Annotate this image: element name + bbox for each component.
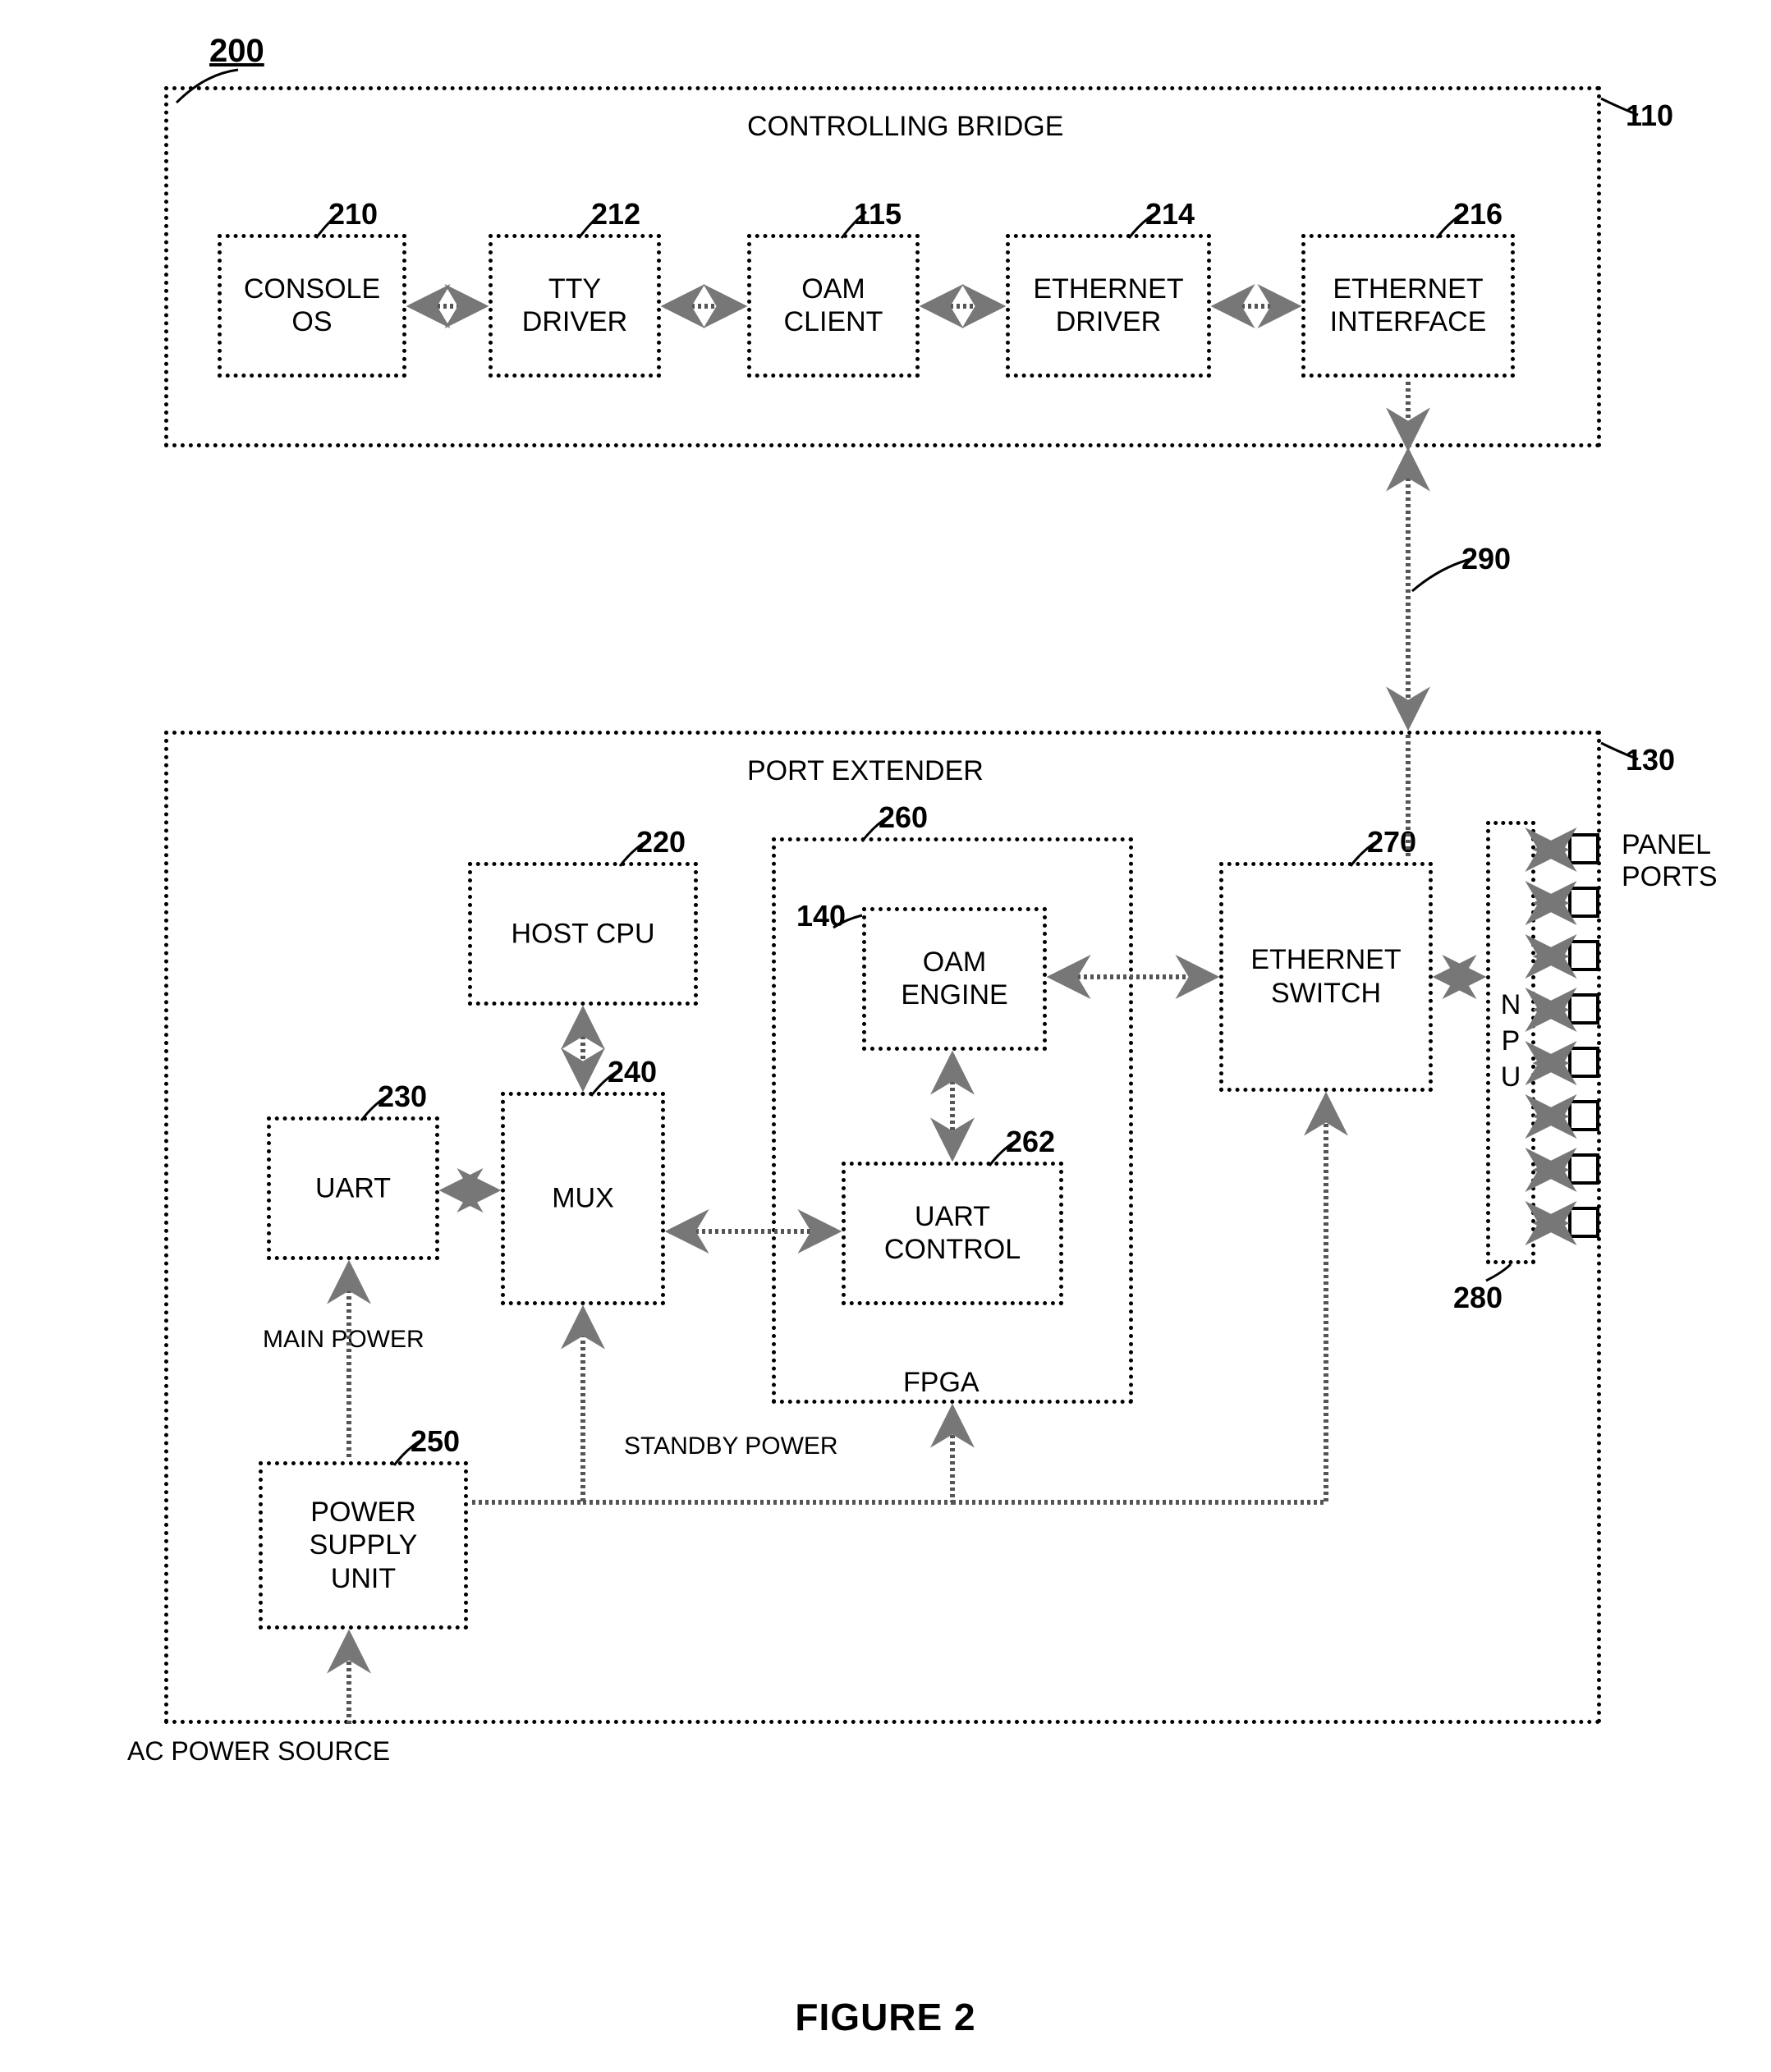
oam-engine-label: OAMENGINE xyxy=(901,946,1007,1013)
mux-box: MUX xyxy=(501,1092,665,1305)
uart-control-box: UARTCONTROL xyxy=(842,1162,1063,1305)
panel-port xyxy=(1568,1153,1599,1185)
uart-ref: 230 xyxy=(378,1080,427,1114)
npu-label: NPU xyxy=(1494,989,1526,1098)
controlling-bridge-title: CONTROLLING BRIDGE xyxy=(747,111,1063,143)
figure-caption: FIGURE 2 xyxy=(795,1995,975,2039)
diagram-canvas: 200 CONTROLLING BRIDGE 110 CONSOLEOS 210… xyxy=(33,33,1738,1962)
link-ref: 290 xyxy=(1461,542,1511,576)
eth-switch-label: ETHERNETSWITCH xyxy=(1250,943,1401,1011)
eth-driver-ref: 214 xyxy=(1145,197,1195,231)
uart-control-ref: 262 xyxy=(1006,1125,1055,1159)
panel-port xyxy=(1568,940,1599,971)
mux-label: MUX xyxy=(552,1182,614,1216)
host-cpu-box: HOST CPU xyxy=(468,862,698,1006)
oam-client-label: OAMCLIENT xyxy=(784,273,883,340)
oam-engine-box: OAMENGINE xyxy=(862,907,1047,1051)
controlling-bridge-ref: 110 xyxy=(1626,99,1673,133)
oam-client-ref: 115 xyxy=(854,197,902,231)
tty-driver-box: TTYDRIVER xyxy=(489,234,661,378)
uart-box: UART xyxy=(267,1116,439,1260)
tty-driver-label: TTYDRIVER xyxy=(522,273,627,340)
eth-switch-box: ETHERNETSWITCH xyxy=(1219,862,1433,1092)
tty-driver-ref: 212 xyxy=(591,197,640,231)
port-extender-title: PORT EXTENDER xyxy=(747,755,984,787)
psu-ref: 250 xyxy=(411,1424,460,1459)
eth-switch-ref: 270 xyxy=(1367,825,1416,860)
standby-power-label: STANDBY POWER xyxy=(624,1433,838,1460)
panel-port xyxy=(1568,1047,1599,1078)
fpga-label: FPGA xyxy=(903,1367,980,1399)
console-os-box: CONSOLEOS xyxy=(218,234,406,378)
panel-port xyxy=(1568,887,1599,918)
eth-interface-label: ETHERNETINTERFACE xyxy=(1330,273,1487,340)
mux-ref: 240 xyxy=(608,1055,657,1089)
psu-box: POWERSUPPLYUNIT xyxy=(259,1461,468,1630)
panel-port xyxy=(1568,993,1599,1025)
oam-client-box: OAMCLIENT xyxy=(747,234,920,378)
port-extender-ref: 130 xyxy=(1626,743,1675,777)
console-os-ref: 210 xyxy=(328,197,378,231)
console-os-label: CONSOLEOS xyxy=(244,273,380,340)
npu-ref: 280 xyxy=(1453,1281,1503,1315)
eth-interface-ref: 216 xyxy=(1453,197,1503,231)
eth-interface-box: ETHERNETINTERFACE xyxy=(1301,234,1515,378)
host-cpu-ref: 220 xyxy=(636,825,686,860)
uart-control-label: UARTCONTROL xyxy=(884,1200,1021,1267)
fpga-ref: 260 xyxy=(879,800,928,835)
figure-ref: 200 xyxy=(209,33,264,70)
psu-label: POWERSUPPLYUNIT xyxy=(310,1495,418,1595)
oam-engine-ref: 140 xyxy=(796,899,846,933)
ac-power-label: AC POWER SOURCE xyxy=(127,1736,390,1767)
panel-port xyxy=(1568,1207,1599,1238)
uart-label: UART xyxy=(315,1171,391,1205)
panel-ports-label: PANELPORTS xyxy=(1622,829,1718,893)
eth-driver-label: ETHERNETDRIVER xyxy=(1033,273,1183,340)
panel-port xyxy=(1568,833,1599,864)
main-power-label: MAIN POWER xyxy=(263,1326,424,1354)
eth-driver-box: ETHERNETDRIVER xyxy=(1006,234,1211,378)
host-cpu-label: HOST CPU xyxy=(511,917,654,951)
panel-port xyxy=(1568,1100,1599,1131)
